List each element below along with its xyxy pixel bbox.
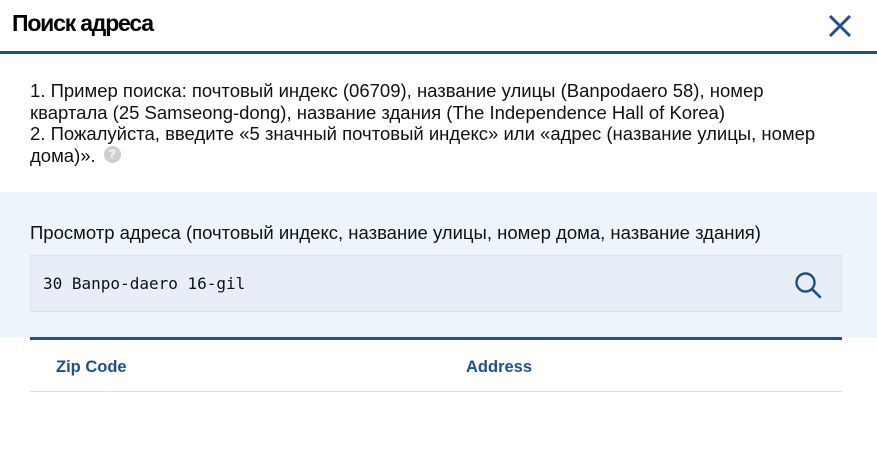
close-icon [828,14,852,38]
search-instructions: 1. Пример поиска: почтовый индекс (06709… [30,80,842,166]
instruction-line-2: 2. Пожалуйста, введите «5 значный почтов… [30,123,842,166]
column-address: Address [466,358,533,376]
search-label: Просмотр адреса (почтовый индекс, назван… [30,222,761,243]
question-icon[interactable]: ? [103,146,121,164]
results-table-header: Zip Code Address [30,337,842,392]
instruction-line-1: 1. Пример поиска: почтовый индекс (06709… [30,80,764,123]
close-button[interactable] [824,10,856,42]
dialog-header: Поиск адреса [0,0,877,54]
search-panel: Просмотр адреса (почтовый индекс, назван… [0,192,877,337]
column-zip-code: Zip Code [56,358,127,376]
search-button[interactable] [793,270,823,300]
search-input[interactable] [43,256,773,311]
search-box [30,255,842,312]
instruction-line-2-text: 2. Пожалуйста, введите «5 значный почтов… [30,123,816,166]
dialog-title: Поиск адреса [12,10,154,36]
search-icon [795,272,822,299]
